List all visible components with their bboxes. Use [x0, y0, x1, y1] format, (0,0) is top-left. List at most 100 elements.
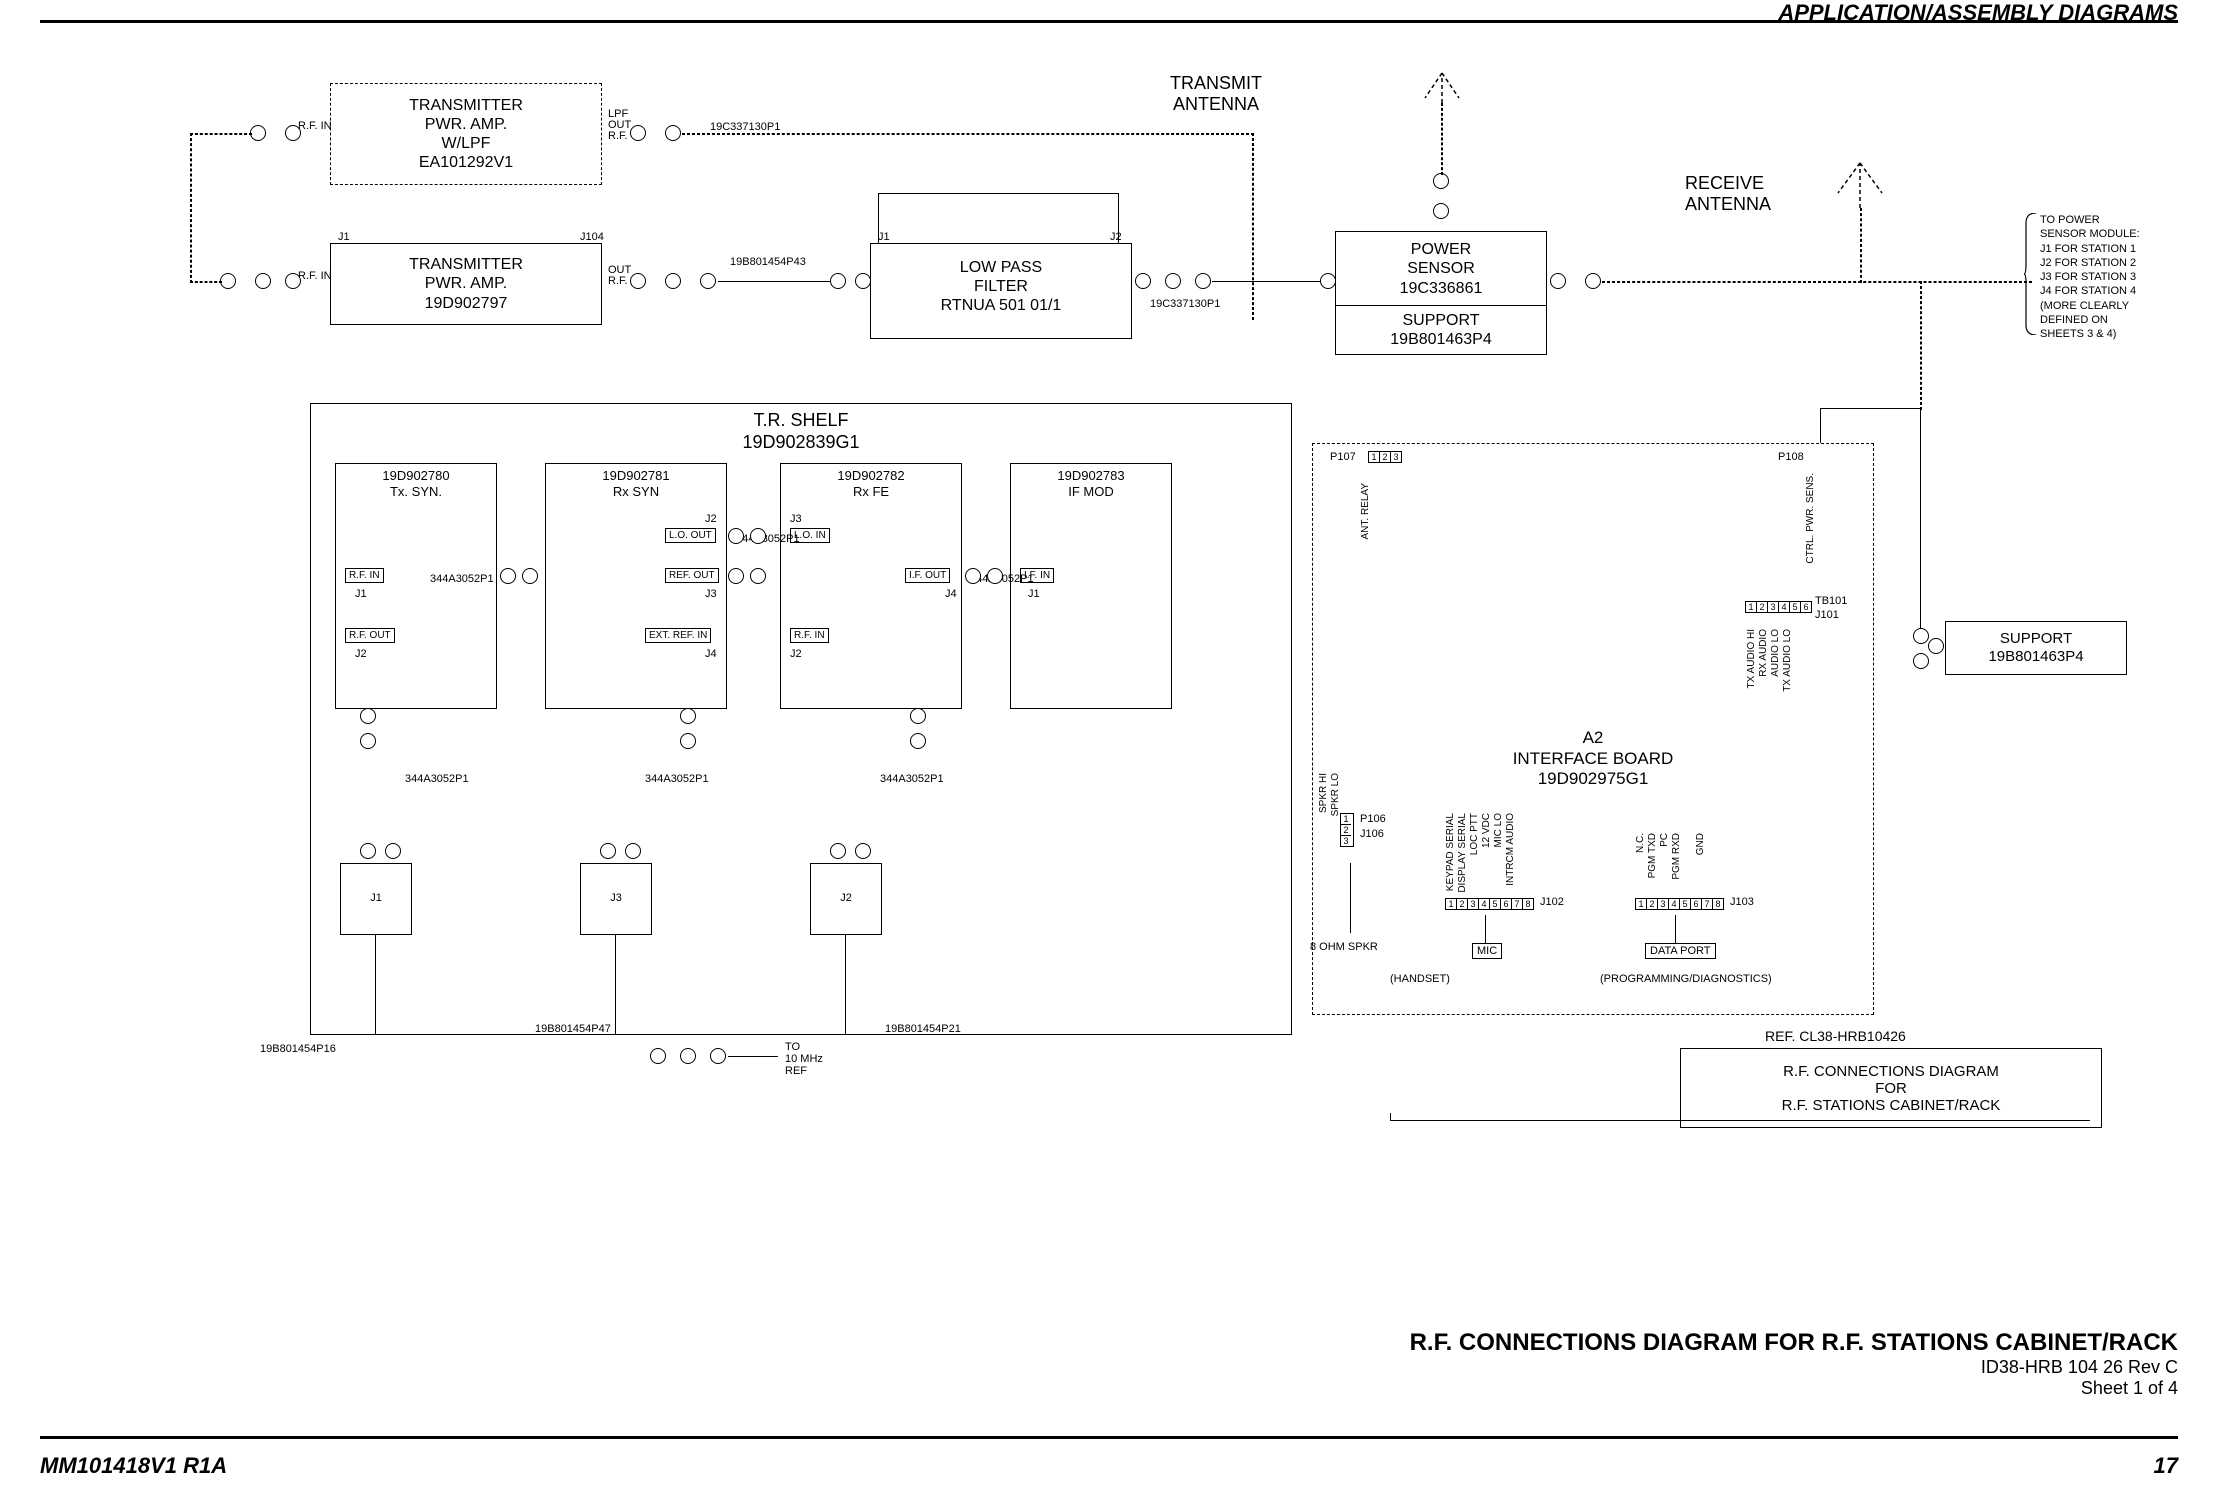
wire: [1602, 281, 2032, 283]
label-to-10mhz: TO 10 MHz REF: [785, 1041, 823, 1077]
note-power-sensor-module: TO POWER SENSOR MODULE: J1 FOR STATION 1…: [2040, 213, 2140, 342]
wire: [728, 1056, 778, 1057]
conn-label: P106: [1360, 813, 1386, 825]
sig-label: SPKR LO: [1330, 773, 1341, 816]
label-mic: MIC: [1472, 943, 1502, 959]
text: 19D902797: [425, 294, 508, 313]
connector-icon: [600, 843, 616, 859]
wire: [845, 935, 846, 1035]
wire: [190, 281, 222, 283]
connector-icon: [728, 528, 744, 544]
block-interface-board: A2 INTERFACE BOARD 19D902975G1: [1312, 443, 1874, 1015]
connector-icon: [250, 125, 266, 141]
block-support-2: SUPPORT 19B801463P4: [1945, 621, 2127, 675]
connector-icon: [255, 273, 271, 289]
connector-icon: [680, 708, 696, 724]
connector-icon: [625, 843, 641, 859]
label-handset: (HANDSET): [1390, 973, 1450, 985]
frame-line: [1390, 1120, 2090, 1121]
text: FILTER: [974, 277, 1028, 296]
connector-icon: [1165, 273, 1181, 289]
connector-icon: [385, 843, 401, 859]
conn-label: J2: [705, 513, 717, 525]
connector-icon: [1433, 203, 1449, 219]
bracket-icon: [2024, 213, 2038, 335]
cable-label: 344A3052P1: [880, 773, 944, 785]
text: 19D902975G1: [1513, 769, 1674, 789]
antenna-icon: [1420, 63, 1464, 103]
conn-label: J1: [355, 588, 367, 600]
connector-icon: [285, 125, 301, 141]
wire: [190, 133, 192, 283]
text: TRANSMITTER: [409, 96, 523, 115]
sig-label: PGM RXD: [1671, 833, 1682, 880]
wire: [1860, 208, 1862, 283]
block-if-mod: 19D902783 IF MOD: [1010, 463, 1172, 709]
text: PWR. AMP.: [425, 115, 507, 134]
cable-label: 19B801454P21: [885, 1023, 961, 1035]
text: Tx. SYN.: [390, 484, 442, 500]
sig-label: 12 VDC: [1481, 813, 1492, 848]
conn-label: J2: [1110, 231, 1122, 243]
text: SENSOR: [1407, 259, 1475, 278]
text: 19D902839G1: [311, 432, 1291, 454]
port-label: OUT R.F.: [608, 265, 631, 287]
connector-icon: [630, 273, 646, 289]
sig-label: MIC LO: [1493, 813, 1504, 847]
text: POWER: [1411, 240, 1471, 259]
caption-sheet: Sheet 1 of 4: [1410, 1378, 2178, 1399]
text: Rx FE: [853, 484, 889, 500]
wire: [1485, 915, 1486, 945]
wire: [190, 133, 252, 135]
sig-label: GND: [1695, 833, 1706, 855]
conn-label: J4: [705, 648, 717, 660]
text: Rx SYN: [613, 484, 659, 500]
port-lo-out: L.O. OUT: [665, 528, 716, 543]
connector-icon: [710, 1048, 726, 1064]
schematic-diagram: TRANSMITTER PWR. AMP. W/LPF EA101292V1 R…: [190, 73, 2190, 1173]
footer-page-number: 17: [2154, 1453, 2178, 1479]
connector-icon: [910, 708, 926, 724]
text: PWR. AMP.: [425, 274, 507, 293]
label-data-port-sub: (PROGRAMMING/DIAGNOSTICS): [1600, 973, 1772, 985]
text: TRANSMITTER: [409, 255, 523, 274]
sig-label: INTRCM AUDIO: [1505, 813, 1516, 886]
sig-label: PC: [1659, 833, 1670, 847]
sig-label: SPKR HI: [1318, 773, 1329, 813]
text: FOR: [1691, 1080, 2091, 1097]
text: LOW PASS: [960, 258, 1042, 277]
connector-j102: 12345678: [1445, 898, 1534, 910]
connector-icon: [360, 843, 376, 859]
text: A2: [1513, 728, 1674, 748]
label-tx-antenna: TRANSMITANTENNA: [1170, 73, 1262, 115]
connector-p107: 123: [1368, 451, 1402, 463]
cable-label: 19B801454P43: [730, 256, 806, 268]
conn-label: P107: [1330, 451, 1356, 463]
cable-label: 344A3052P1: [430, 573, 494, 585]
conn-label: J1: [1028, 588, 1040, 600]
block-tx-pa: TRANSMITTER PWR. AMP. 19D902797: [330, 243, 602, 325]
connector-icon: [1550, 273, 1566, 289]
block-conn-j3: J3: [580, 863, 652, 935]
connector-icon: [700, 273, 716, 289]
block-conn-j2: J2: [810, 863, 882, 935]
connector-icon: [855, 273, 871, 289]
connector-icon: [1913, 653, 1929, 669]
sig-label: PGM TXD: [1647, 833, 1658, 878]
wire: [1350, 863, 1351, 933]
connector-icon: [830, 273, 846, 289]
connector-icon: [1320, 273, 1336, 289]
cable-label: 344A3052P1: [736, 533, 800, 545]
conn-label: J3: [790, 513, 802, 525]
text: 19D902781: [602, 468, 669, 484]
wire: [1920, 408, 1921, 628]
connector-icon: [680, 1048, 696, 1064]
wire: [718, 281, 833, 282]
footer-doc-id: MM101418V1 R1A: [40, 1453, 227, 1479]
port-ext-ref-in: EXT. REF. IN: [645, 628, 711, 643]
conn-label: J1: [878, 231, 890, 243]
wire: [878, 193, 1118, 194]
connector-j103: 12345678: [1635, 898, 1724, 910]
label-ctrl-pwr-sens: CTRL. PWR. SENS.: [1805, 473, 1816, 564]
connector-icon: [630, 125, 646, 141]
